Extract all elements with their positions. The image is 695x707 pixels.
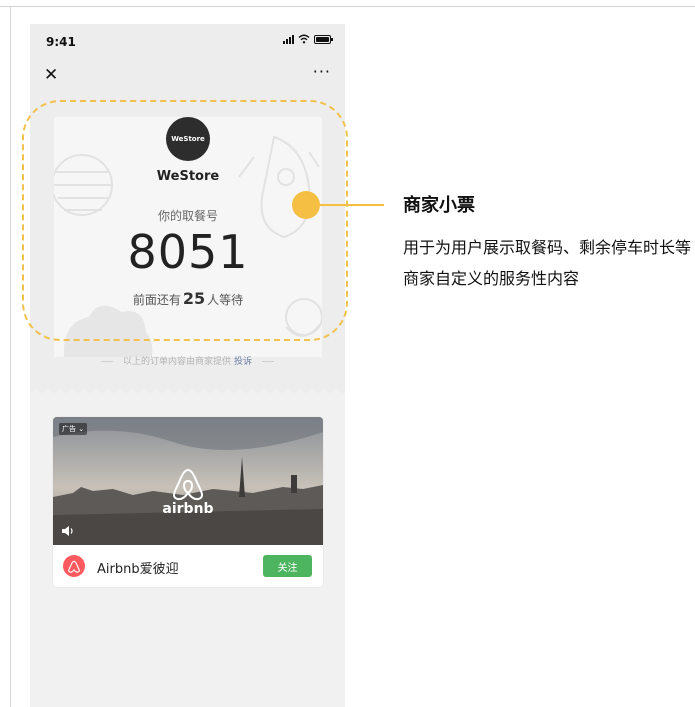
ad-card[interactable]: 广告 ⌄ airbnb Airbnb爱彼迎 关注 — [53, 417, 323, 587]
ad-badge-label: 广告 — [62, 425, 76, 433]
ad-badge[interactable]: 广告 ⌄ — [59, 423, 88, 435]
ad-footer: Airbnb爱彼迎 关注 — [53, 545, 323, 587]
volume-icon[interactable] — [61, 525, 75, 537]
callout-description: 用于为用户展示取餐码、剩余停车时长等商家自定义的服务性内容 — [403, 238, 692, 288]
status-icons — [283, 34, 333, 44]
signal-icon — [283, 34, 294, 44]
status-bar: 9:41 — [30, 24, 345, 62]
report-link[interactable]: 投诉 — [234, 357, 252, 367]
battery-icon — [314, 35, 333, 44]
follow-button[interactable]: 关注 — [263, 555, 312, 577]
airbnb-avatar[interactable] — [63, 555, 85, 577]
frame-top-border — [0, 6, 695, 7]
nav-bar: ✕ ··· — [30, 62, 345, 92]
callout-dot — [292, 191, 320, 219]
status-time: 9:41 — [46, 35, 76, 49]
ad-account-name[interactable]: Airbnb爱彼迎 — [97, 558, 179, 577]
wifi-icon — [298, 34, 310, 44]
note-divider-right — [262, 361, 275, 362]
merchant-note: 以上的订单内容由商家提供 投诉 — [30, 354, 345, 367]
callout-title: 商家小票 — [403, 195, 475, 216]
more-options-icon[interactable]: ··· — [313, 64, 331, 80]
note-divider-left — [100, 361, 113, 362]
airbnb-avatar-icon — [68, 560, 80, 573]
close-icon[interactable]: ✕ — [44, 67, 58, 84]
ticket-highlight-outline — [22, 100, 348, 341]
merchant-note-text: 以上的订单内容由商家提供 — [122, 357, 231, 367]
callout-connector-line — [318, 204, 384, 206]
ad-brand-text: airbnb — [162, 501, 214, 517]
frame-left-border — [10, 6, 11, 707]
airbnb-logo-icon — [173, 468, 203, 501]
